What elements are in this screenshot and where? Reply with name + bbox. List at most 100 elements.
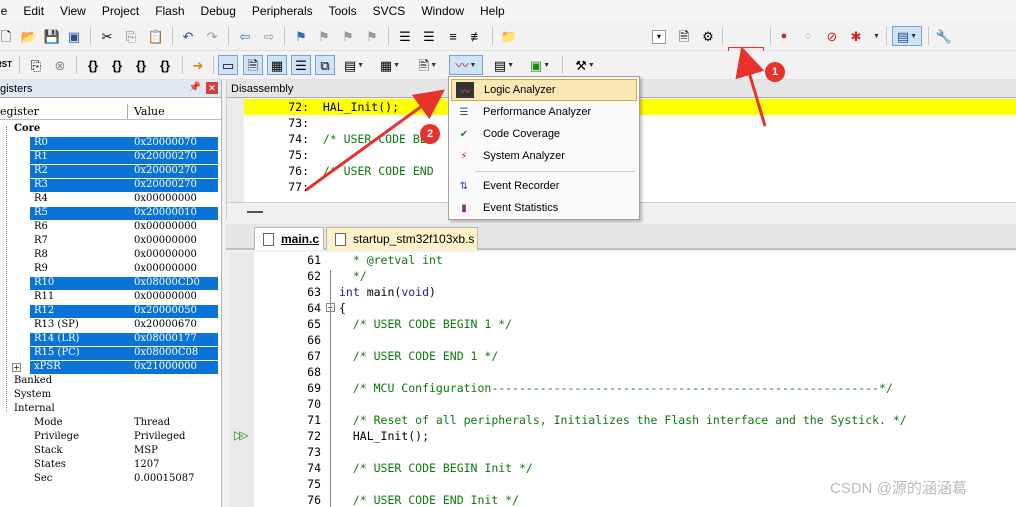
- menu-debug[interactable]: Debug: [193, 0, 244, 22]
- code-line[interactable]: 70: [254, 396, 1016, 412]
- window-layout-icon[interactable]: ▤ ▼: [892, 26, 922, 46]
- save-icon[interactable]: 💾: [42, 26, 62, 46]
- register-row[interactable]: R10 0x08000CD0: [0, 276, 222, 290]
- register-row[interactable]: Mode Thread: [0, 416, 222, 430]
- new-file-icon[interactable]: 🗋: [0, 26, 16, 46]
- menu-edit[interactable]: Edit: [15, 0, 52, 22]
- clear-bookmarks-icon[interactable]: ⚑: [362, 26, 382, 46]
- run-to-cursor-icon[interactable]: {}: [155, 55, 175, 75]
- register-row[interactable]: R1 0x20000270: [0, 150, 222, 164]
- cut-icon[interactable]: ✂: [97, 26, 117, 46]
- menu-window[interactable]: Window: [413, 0, 472, 22]
- bookmark-icon[interactable]: ⚑: [291, 26, 311, 46]
- copy-icon[interactable]: ⎘: [121, 26, 141, 46]
- register-row[interactable]: R13 (SP) 0x20000670: [0, 318, 222, 332]
- register-column-header[interactable]: egister: [0, 104, 128, 119]
- call-stack-window-icon[interactable]: ⧉: [315, 55, 335, 75]
- toolbox-icon[interactable]: ⚒ ▼: [569, 55, 601, 75]
- code-line[interactable]: 67 /* USER CODE END 1 */: [254, 348, 1016, 364]
- menu-file[interactable]: le: [0, 0, 15, 22]
- step-icon[interactable]: {}: [83, 55, 103, 75]
- register-row[interactable]: R12 0x20000050: [0, 304, 222, 318]
- register-row[interactable]: States 1207: [0, 458, 222, 472]
- stop-icon[interactable]: ⊗: [50, 55, 70, 75]
- code-editor[interactable]: ▷▷ 61 * @retval int 62 */63 int main(void)…: [230, 252, 1016, 507]
- system-viewer-icon[interactable]: ▣ ▼: [525, 55, 555, 75]
- menu-item-system-analyzer[interactable]: ⚡ System Analyzer: [451, 145, 637, 167]
- undo-icon[interactable]: ↶: [178, 26, 198, 46]
- next-bookmark-icon[interactable]: ⚑: [338, 26, 358, 46]
- register-row[interactable]: R14 (LR) 0x08000177: [0, 332, 222, 346]
- register-row[interactable]: R0 0x20000070: [0, 136, 222, 150]
- register-row[interactable]: xPSR 0x21000000 +: [0, 360, 222, 374]
- watch-windows-icon[interactable]: ▤ ▼: [339, 55, 369, 75]
- code-line[interactable]: 66: [254, 332, 1016, 348]
- code-line[interactable]: 61 * @retval int: [254, 252, 1016, 268]
- value-column-header[interactable]: Value: [128, 104, 165, 119]
- serial-windows-icon[interactable]: 🖹 ▼: [413, 55, 443, 75]
- menu-view[interactable]: View: [52, 0, 94, 22]
- tab-main-c[interactable]: main.c: [254, 227, 324, 250]
- menu-svcs[interactable]: SVCS: [365, 0, 414, 22]
- reset-icon[interactable]: RST: [0, 55, 14, 75]
- unindent-icon[interactable]: ☰: [419, 26, 439, 46]
- menu-help[interactable]: Help: [472, 0, 513, 22]
- uncomment-icon[interactable]: ≢: [467, 26, 487, 46]
- code-line[interactable]: 63 int main(void): [254, 284, 1016, 300]
- paste-icon[interactable]: 📋: [146, 26, 166, 46]
- register-row[interactable]: R9 0x00000000: [0, 262, 222, 276]
- find-icon[interactable]: 🗎: [674, 26, 694, 46]
- redo-icon[interactable]: ↷: [202, 26, 222, 46]
- register-row[interactable]: R11 0x00000000: [0, 290, 222, 304]
- register-row[interactable]: R4 0x00000000: [0, 192, 222, 206]
- register-row[interactable]: Privilege Privileged: [0, 430, 222, 444]
- menu-item-performance-analyzer[interactable]: ☰ Performance Analyzer: [451, 101, 637, 123]
- tree-node-group[interactable]: Banked: [0, 374, 222, 388]
- prev-bookmark-icon[interactable]: ⚑: [314, 26, 334, 46]
- expand-icon[interactable]: +: [12, 363, 21, 372]
- kill-breakpoints-icon[interactable]: ✱: [846, 26, 866, 46]
- tab-startup-file[interactable]: startup_stm32f103xb.s: [326, 227, 478, 250]
- breakpoint-dropdown[interactable]: ▼: [866, 26, 886, 46]
- navigate-back-icon[interactable]: ⇦: [235, 26, 255, 46]
- open-file-icon[interactable]: 📂: [19, 26, 39, 46]
- configure-icon[interactable]: ⚙: [698, 26, 718, 46]
- memory-windows-icon[interactable]: ▦ ▼: [375, 55, 405, 75]
- registers-window-icon[interactable]: ☰: [291, 55, 311, 75]
- comment-icon[interactable]: ≡: [443, 26, 463, 46]
- code-line[interactable]: 64−{: [254, 300, 1016, 316]
- run-icon[interactable]: ⎘: [26, 55, 46, 75]
- register-row[interactable]: R6 0x00000000: [0, 220, 222, 234]
- disable-all-breakpoints-icon[interactable]: ⊘: [822, 26, 842, 46]
- register-row[interactable]: R2 0x20000270: [0, 164, 222, 178]
- disassembly-window-icon[interactable]: 🗎: [243, 55, 263, 75]
- symbols-window-icon[interactable]: ▦: [267, 55, 287, 75]
- register-row[interactable]: R15 (PC) 0x08000C08: [0, 346, 222, 360]
- code-line[interactable]: 68: [254, 364, 1016, 380]
- find-in-files-icon[interactable]: 📁: [499, 26, 519, 46]
- step-over-icon[interactable]: {}: [107, 55, 127, 75]
- code-line[interactable]: 62 */: [254, 268, 1016, 284]
- register-row[interactable]: R5 0x20000010: [0, 206, 222, 220]
- command-window-icon[interactable]: ▭: [218, 55, 238, 75]
- register-row[interactable]: R7 0x00000000: [0, 234, 222, 248]
- register-row[interactable]: Stack MSP: [0, 444, 222, 458]
- options-icon[interactable]: 🔧: [934, 26, 954, 46]
- code-line[interactable]: 72 HAL_Init();: [254, 428, 1016, 444]
- menu-project[interactable]: Project: [94, 0, 147, 22]
- menu-item-event-recorder[interactable]: ⇅ Event Recorder: [451, 175, 637, 197]
- menu-tools[interactable]: Tools: [321, 0, 365, 22]
- step-out-icon[interactable]: {}: [131, 55, 151, 75]
- indent-icon[interactable]: ☰: [395, 26, 415, 46]
- menu-item-logic-analyzer[interactable]: 〰 Logic Analyzer: [451, 79, 637, 101]
- disable-breakpoint-icon[interactable]: ○: [798, 26, 818, 46]
- menu-flash[interactable]: Flash: [147, 0, 192, 22]
- close-icon[interactable]: ✕: [206, 82, 218, 94]
- code-line[interactable]: 73: [254, 444, 1016, 460]
- pin-icon[interactable]: 📌: [189, 82, 201, 93]
- analysis-windows-dropdown[interactable]: 〰 ▼: [449, 55, 483, 75]
- save-all-icon[interactable]: ▣: [64, 26, 84, 46]
- tree-node-group[interactable]: System: [0, 388, 222, 402]
- menu-item-event-statistics[interactable]: ▮ Event Statistics: [451, 197, 637, 219]
- register-row[interactable]: Sec 0.00015087: [0, 472, 222, 486]
